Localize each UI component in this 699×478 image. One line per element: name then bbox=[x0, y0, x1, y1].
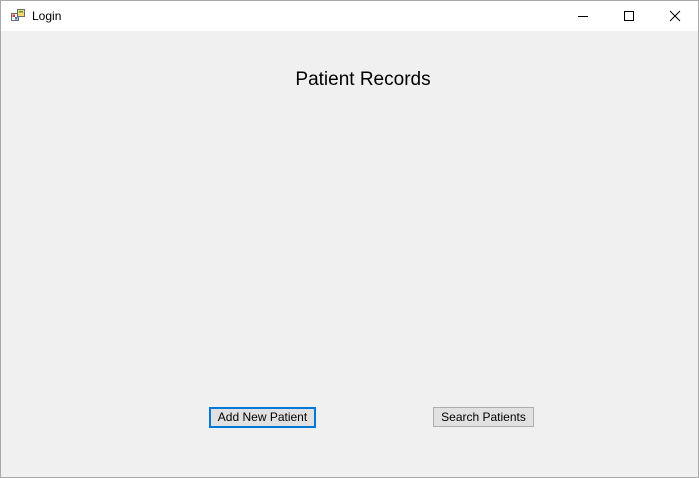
maximize-button[interactable] bbox=[606, 1, 652, 31]
maximize-icon bbox=[624, 11, 634, 21]
search-patients-button[interactable]: Search Patients bbox=[433, 407, 534, 427]
minimize-button[interactable] bbox=[560, 1, 606, 31]
close-button[interactable] bbox=[652, 1, 698, 31]
app-icon bbox=[11, 9, 25, 23]
close-icon bbox=[669, 10, 681, 22]
minimize-icon bbox=[578, 16, 588, 17]
title-bar[interactable]: Login bbox=[1, 1, 698, 31]
window-title: Login bbox=[32, 9, 62, 23]
page-title: Patient Records bbox=[295, 69, 431, 90]
add-new-patient-button[interactable]: Add New Patient bbox=[209, 407, 316, 428]
login-window: Login Patient Records Add New Patient Se… bbox=[0, 0, 699, 478]
